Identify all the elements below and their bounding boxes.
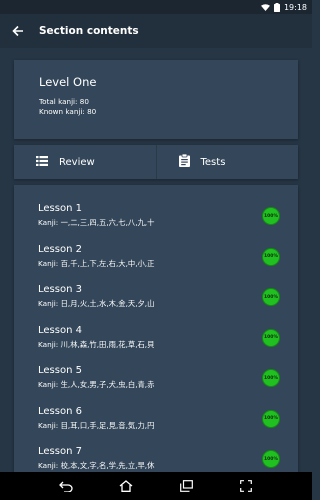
lesson-kanji: Kanji: 一,二,三,四,五,六,七,八,九,十 — [38, 218, 155, 227]
app-bar: Section contents — [0, 14, 312, 48]
lesson-title: Lesson 6 — [38, 405, 82, 417]
total-kanji-count: Total kanji: 80 — [39, 97, 89, 106]
lesson-title: Lesson 2 — [38, 243, 82, 255]
review-button[interactable]: Review — [14, 145, 156, 179]
tests-button[interactable]: Tests — [155, 145, 299, 179]
home-icon — [119, 477, 133, 496]
system-nav-bar — [0, 472, 312, 500]
nav-home-button[interactable] — [115, 475, 137, 497]
wifi-icon — [260, 3, 270, 11]
back-icon — [59, 477, 73, 496]
action-tabs: Review Tests — [14, 145, 298, 179]
tests-label: Tests — [200, 156, 226, 168]
list-icon — [36, 155, 48, 169]
status-time: 19:18 — [283, 2, 307, 12]
progress-badge: 100% — [262, 328, 280, 347]
lessons-list: Lesson 1 Kanji: 一,二,三,四,五,六,七,八,九,十 100%… — [14, 185, 298, 485]
lesson-kanji: Kanji: 校,本,文,字,名,学,先,立,早,休 — [38, 461, 155, 470]
lesson-item[interactable]: Lesson 6 Kanji: 目,耳,口,手,足,見,音,気,力,円 100% — [14, 406, 298, 447]
lesson-item[interactable]: Lesson 2 Kanji: 百,千,上,下,左,右,大,中,小,正 100% — [14, 244, 298, 285]
level-title: Level One — [39, 75, 97, 89]
recents-icon — [179, 477, 193, 496]
back-button[interactable] — [0, 14, 36, 48]
lesson-title: Lesson 5 — [38, 365, 82, 376]
level-summary-card: Level One Total kanji: 80 Known kanji: 8… — [14, 60, 298, 139]
nav-recents-button[interactable] — [175, 475, 197, 497]
known-kanji-count: Known kanji: 80 — [39, 107, 97, 116]
lesson-title: Lesson 3 — [38, 284, 82, 295]
page-title: Section contents — [39, 25, 139, 37]
lesson-item[interactable]: Lesson 5 Kanji: 生,人,女,男,子,犬,虫,白,青,赤 100% — [14, 365, 298, 406]
lesson-kanji: Kanji: 百,千,上,下,左,右,大,中,小,正 — [38, 258, 155, 268]
lesson-item[interactable]: Lesson 1 Kanji: 一,二,三,四,五,六,七,八,九,十 100% — [14, 203, 298, 244]
lesson-title: Lesson 4 — [38, 324, 82, 336]
progress-badge: 100% — [262, 247, 280, 266]
progress-badge: 100% — [262, 288, 280, 306]
progress-badge: 100% — [262, 409, 280, 428]
battery-icon — [273, 2, 280, 12]
lesson-kanji: Kanji: 日,月,火,土,水,木,金,天,夕,山 — [38, 299, 155, 308]
lesson-item[interactable]: Lesson 4 Kanji: 川,林,森,竹,田,雨,花,草,石,貝 100% — [14, 325, 298, 366]
lesson-title: Lesson 1 — [38, 203, 82, 214]
review-label: Review — [59, 156, 95, 168]
arrow-left-icon — [12, 22, 24, 41]
lesson-title: Lesson 7 — [38, 446, 82, 457]
nav-screenshot-button[interactable] — [235, 475, 257, 497]
lesson-kanji: Kanji: 生,人,女,男,子,犬,虫,白,青,赤 — [38, 380, 155, 389]
lesson-item[interactable]: Lesson 3 Kanji: 日,月,火,土,水,木,金,天,夕,山 100% — [14, 284, 298, 325]
screenshot-icon — [240, 477, 252, 496]
nav-back-button[interactable] — [55, 475, 77, 497]
status-bar: 19:18 — [0, 0, 312, 14]
progress-badge: 100% — [262, 207, 280, 225]
clipboard-icon — [178, 153, 190, 170]
progress-badge: 100% — [262, 369, 280, 387]
lesson-kanji: Kanji: 目,耳,口,手,足,見,音,気,力,円 — [38, 420, 155, 430]
progress-badge: 100% — [262, 450, 280, 468]
lesson-kanji: Kanji: 川,林,森,竹,田,雨,花,草,石,貝 — [38, 339, 155, 349]
